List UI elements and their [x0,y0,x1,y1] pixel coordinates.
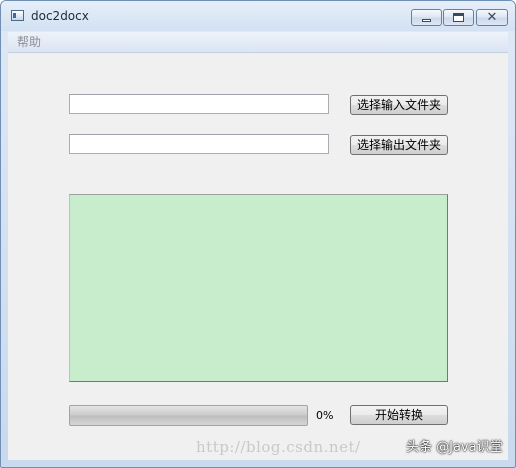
watermark-url: http://blog.csdn.net/ [196,438,361,456]
watermark-badge: 头条 @Java识堂 [406,440,503,455]
menu-bar: 帮助 [8,32,508,53]
select-output-folder-button[interactable]: 选择输出文件夹 [350,135,448,155]
main-panel: 选择输入文件夹 选择输出文件夹 0% 开始转换 [8,53,508,460]
title-bar[interactable]: doc2docx ✕ [1,1,515,31]
maximize-button[interactable] [443,9,474,26]
close-icon: ✕ [486,10,498,25]
minimize-button[interactable] [411,9,442,26]
close-button[interactable]: ✕ [476,9,508,26]
maximize-icon [453,13,464,22]
progress-percent-label: 0% [316,409,334,422]
output-folder-field[interactable] [69,134,329,154]
minimize-icon [422,19,431,22]
progress-bar [69,405,308,426]
select-input-folder-button[interactable]: 选择输入文件夹 [350,95,448,115]
app-window: doc2docx ✕ 帮助 选择输入文件夹 选择输出文件夹 0% 开始转换 ht… [0,0,516,468]
menu-item-help[interactable]: 帮助 [17,35,41,49]
log-textarea[interactable] [69,194,448,382]
input-folder-field[interactable] [69,94,329,114]
app-window-icon[interactable] [11,10,24,21]
start-convert-button[interactable]: 开始转换 [350,405,448,425]
window-title: doc2docx [31,9,89,23]
